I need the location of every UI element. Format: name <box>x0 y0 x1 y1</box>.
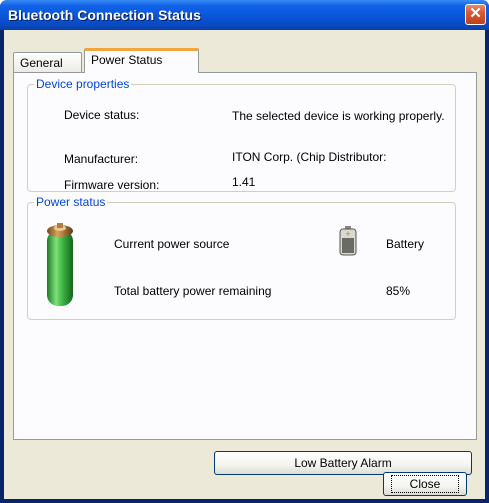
device-status-label: Device status: <box>64 108 140 122</box>
dialog-window: Bluetooth Connection Status ✕ General Po… <box>0 0 489 503</box>
window-title: Bluetooth Connection Status <box>8 7 201 23</box>
title-bar[interactable]: Bluetooth Connection Status ✕ <box>0 0 489 30</box>
current-power-source-label: Current power source <box>114 237 230 251</box>
power-status-group: Power status <box>27 195 456 320</box>
battery-small-icon: + <box>339 226 357 256</box>
tab-power-status[interactable]: Power Status <box>84 48 199 73</box>
power-source-value: Battery <box>386 237 425 251</box>
battery-remaining-value: 85% <box>386 284 411 298</box>
dialog-client-area: General Power Status Device properties D… <box>4 30 485 499</box>
device-status-value: The selected device is working properly. <box>232 109 445 123</box>
close-button[interactable]: Close <box>383 472 467 496</box>
close-button-label: Close <box>390 475 460 493</box>
tab-general[interactable]: General <box>13 52 82 72</box>
battery-remaining-label: Total battery power remaining <box>114 284 272 298</box>
firmware-version-value: 1.41 <box>232 175 256 189</box>
close-window-icon[interactable]: ✕ <box>465 4 486 25</box>
svg-text:+: + <box>345 230 351 238</box>
manufacturer-value: ITON Corp. (Chip Distributor: <box>232 150 387 164</box>
battery-icon <box>47 223 73 306</box>
firmware-version-label: Firmware version: <box>64 178 160 192</box>
device-properties-label: Device properties <box>34 77 132 91</box>
manufacturer-label: Manufacturer: <box>64 152 139 166</box>
power-status-label: Power status <box>34 195 108 209</box>
